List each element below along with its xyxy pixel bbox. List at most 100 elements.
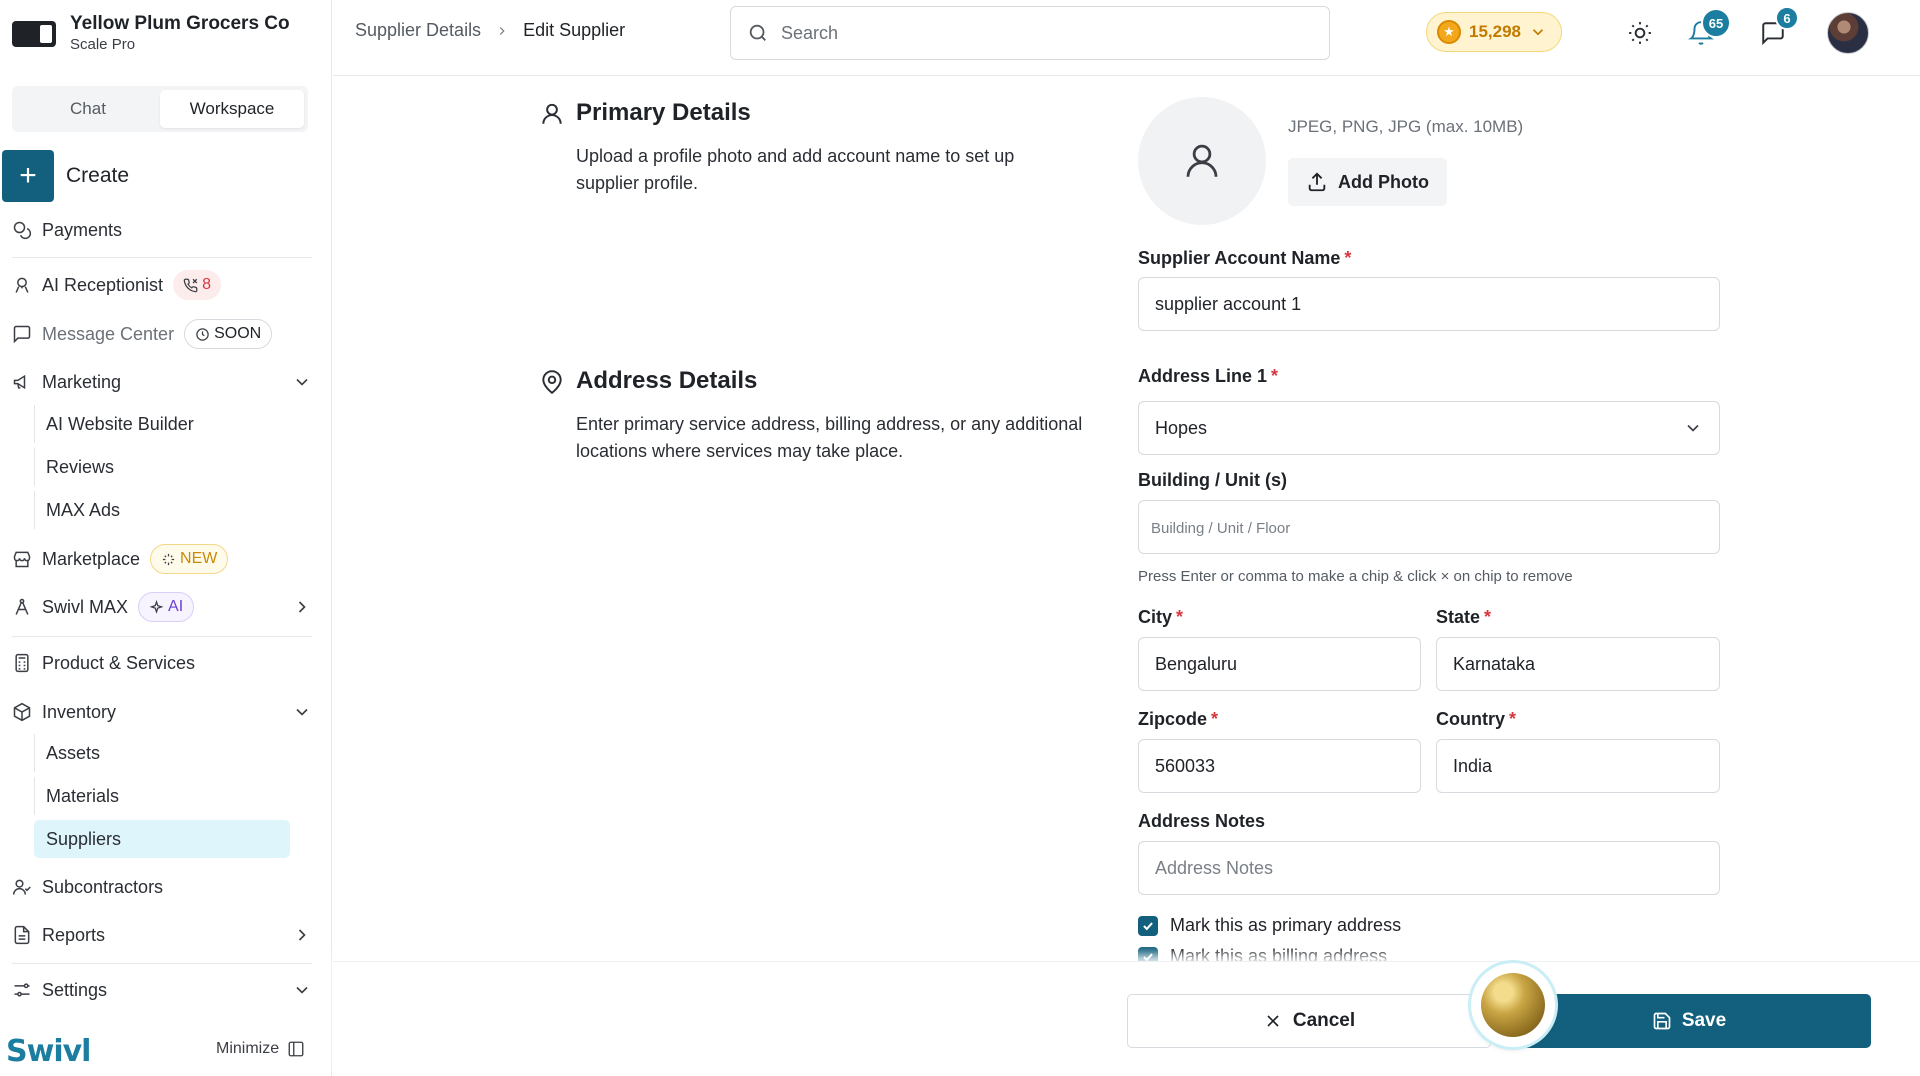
divider [12,963,312,964]
sidebar-item-marketing[interactable]: Marketing [12,362,312,402]
chevron-right-icon[interactable] [292,925,312,945]
primary-address-checkbox-row[interactable]: Mark this as primary address [1138,915,1401,936]
address-notes-input[interactable] [1155,857,1703,879]
sidebar-item-marketplace[interactable]: Marketplace NEW [12,539,312,579]
country-input[interactable] [1453,755,1703,777]
soon-badge: SOON [184,319,273,349]
sidebar-collapse-icon [287,1040,305,1058]
cancel-button[interactable]: Cancel [1127,994,1491,1048]
messages-count-badge: 6 [1775,6,1799,30]
sidebar-item-label: Message Center [42,323,175,344]
state-field [1436,637,1720,691]
company-plan: Scale Pro [70,36,136,53]
minimize-button[interactable]: Minimize [216,1040,305,1058]
sidebar-item-max-ads[interactable]: MAX Ads [34,491,290,529]
phone-missed-icon [183,278,198,293]
sidebar-item-ai-receptionist[interactable]: AI Receptionist 8 [12,265,312,305]
sidebar-item-message-center[interactable]: Message Center SOON [12,314,312,354]
sidebar-item-label: Settings [42,979,108,1000]
coins-value: 15,298 [1469,22,1521,41]
profile-photo-placeholder[interactable] [1138,97,1266,225]
coin-icon: ★ [1437,20,1461,44]
breadcrumb-supplier-details[interactable]: Supplier Details [355,20,481,41]
sidebar-item-label: Payments [42,219,123,240]
badge-text: AI [168,598,184,615]
compass-icon [12,597,32,617]
photo-format-hint: JPEG, PNG, JPG (max. 10MB) [1288,117,1524,136]
add-photo-button[interactable]: Add Photo [1288,158,1447,206]
address-line1-select[interactable] [1138,401,1720,455]
address-notes-field [1138,841,1720,895]
address-details-description: Enter primary service address, billing a… [576,414,1083,461]
sidebar-item-inventory[interactable]: Inventory [12,692,312,732]
search-input[interactable] [781,22,1313,44]
upload-icon [1306,171,1328,193]
plus-icon: + [2,150,54,202]
sidebar-item-suppliers[interactable]: Suppliers [34,820,290,858]
sidebar-item-ai-website-builder[interactable]: AI Website Builder [34,405,290,443]
chevron-right-icon[interactable] [292,597,312,617]
user-icon [1181,140,1223,182]
ai-badge: AI [138,592,195,622]
brand[interactable]: Yellow Plum Grocers Co Scale Pro [12,10,290,58]
chevron-right-icon [495,24,509,38]
save-icon [1652,1011,1672,1031]
message-square-icon [12,324,32,344]
tab-chat[interactable]: Chat [16,90,160,128]
building-input[interactable] [1151,516,1703,538]
zipcode-label: Zipcode * [1138,709,1219,729]
account-name-input[interactable] [1155,293,1703,315]
create-button[interactable]: + Create [2,150,129,202]
sidebar-item-payments[interactable]: Payments [12,210,312,250]
chevron-down-icon[interactable] [292,372,312,392]
primary-details-description: Upload a profile photo and add account n… [576,146,1015,193]
chevron-down-icon [1529,23,1547,41]
chevron-down-icon[interactable] [292,702,312,722]
form-footer: Cancel Save [333,961,1920,1076]
notifications-count-badge: 65 [1701,8,1731,38]
badge-text: SOON [214,325,262,342]
zipcode-input[interactable] [1155,755,1404,777]
sidebar-item-reports[interactable]: Reports [12,915,312,955]
sidebar-item-materials[interactable]: Materials [34,777,290,815]
account-name-field [1138,277,1720,331]
megaphone-icon [12,372,32,392]
company-logo [12,21,56,47]
city-input[interactable] [1155,653,1404,675]
file-text-icon [12,925,32,945]
store-icon [12,549,32,569]
sidebar-item-product-services[interactable]: Product & Services [12,643,312,683]
chevron-down-icon[interactable] [292,980,312,1000]
sidebar-item-reviews[interactable]: Reviews [34,448,290,486]
sidebar-item-label: Product & Services [42,652,196,673]
primary-address-checkbox[interactable] [1138,915,1158,936]
coins-balance-button[interactable]: ★ 15,298 [1426,12,1562,52]
ai-assistant-button[interactable] [1471,963,1555,1047]
users-icon [12,877,32,897]
state-input[interactable] [1453,653,1703,675]
sidebar-item-swivl-max[interactable]: Swivl MAX AI [12,587,312,627]
package-icon [12,702,32,722]
building-field [1138,500,1720,554]
country-field [1436,739,1720,793]
sliders-icon [12,980,32,1000]
address-line1-label: Address Line 1 * [1138,366,1279,386]
sidebar-item-subcontractors[interactable]: Subcontractors [12,867,312,907]
sidebar-item-settings[interactable]: Settings [12,970,312,1010]
sidebar-item-label: Marketplace [42,548,141,569]
user-avatar[interactable] [1827,12,1869,54]
map-pin-icon [539,369,565,395]
save-button[interactable]: Save [1507,994,1871,1048]
tab-workspace[interactable]: Workspace [160,90,304,128]
new-badge: NEW [150,544,229,574]
close-icon [1263,1011,1283,1031]
chevron-down-icon [1683,418,1703,438]
address-line1-input[interactable] [1155,417,1683,439]
address-notes-label: Address Notes [1138,811,1266,831]
sidebar-item-label: AI Receptionist [42,274,164,295]
search-icon [747,22,769,44]
theme-toggle-sun-icon[interactable] [1627,20,1653,46]
sidebar-item-assets[interactable]: Assets [34,734,290,772]
sparkles-icon [149,599,164,615]
breadcrumb-edit-supplier: Edit Supplier [523,20,626,40]
